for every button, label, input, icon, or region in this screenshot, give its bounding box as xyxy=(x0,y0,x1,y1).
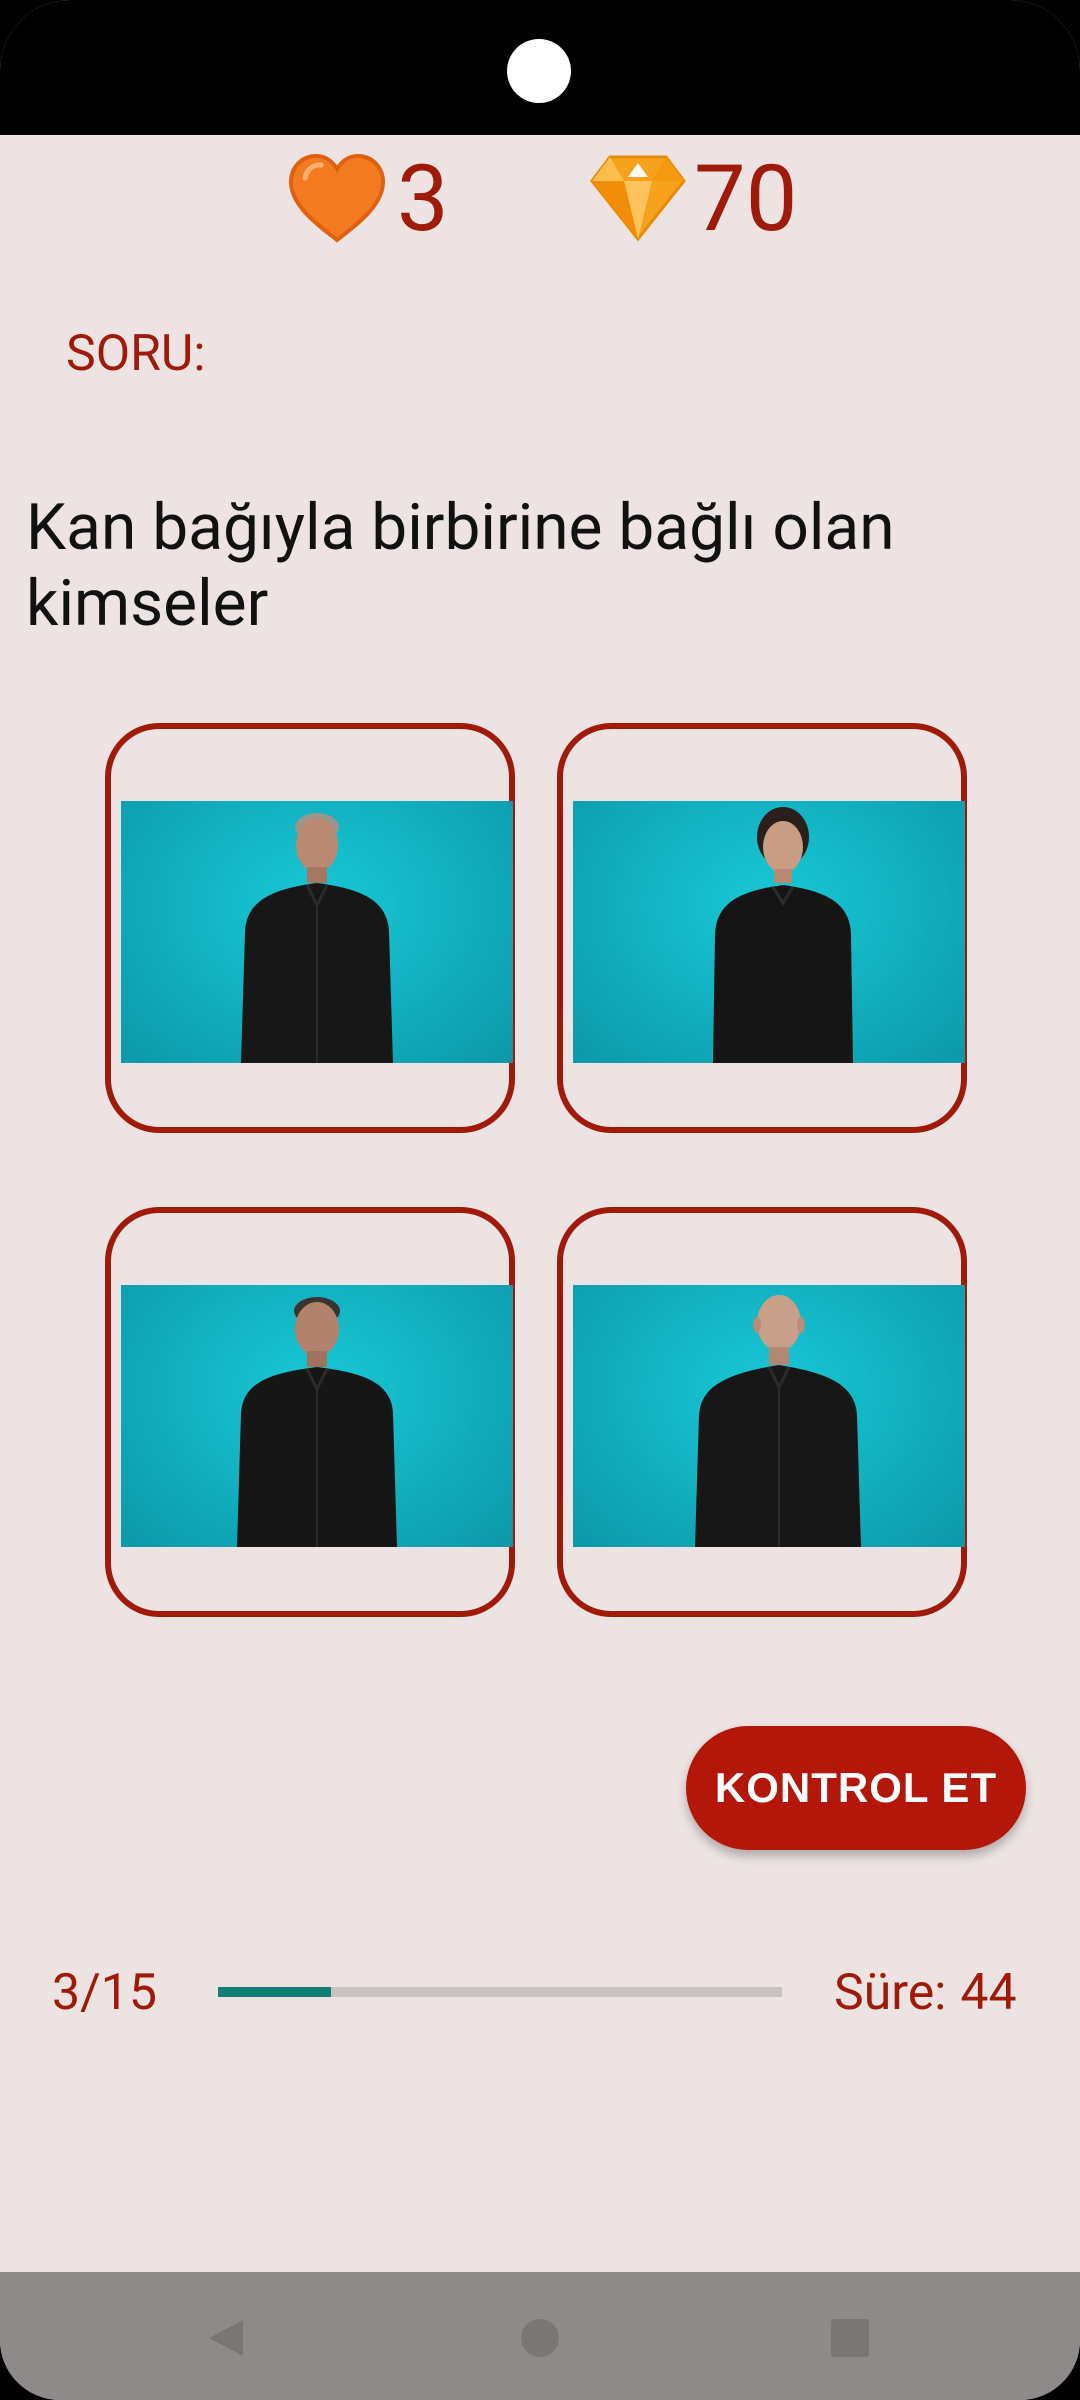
question-label: SORU: xyxy=(66,325,206,383)
sign-video-thumbnail xyxy=(121,801,513,1063)
status-bar xyxy=(0,0,1080,135)
diamond-icon xyxy=(590,153,686,247)
gems-count: 70 xyxy=(694,146,798,253)
timer-label: Süre: xyxy=(834,1964,947,2022)
answer-option-1[interactable] xyxy=(105,723,515,1133)
heart-icon xyxy=(285,152,389,248)
progress-bar xyxy=(218,1987,782,1997)
hearts-count: 3 xyxy=(397,146,449,253)
back-triangle-icon[interactable] xyxy=(197,2310,253,2366)
answer-option-4[interactable] xyxy=(557,1207,967,1617)
home-circle-icon[interactable] xyxy=(512,2310,568,2366)
answer-option-3[interactable] xyxy=(105,1207,515,1617)
gems-stat: 70 xyxy=(590,145,797,255)
screen: 3 70 SORU: Kan bağıyla birbirine bağlı o… xyxy=(0,0,1080,2400)
sign-video-thumbnail xyxy=(573,1285,965,1547)
question-text: Kan bağıyla birbirine bağlı olan kimsele… xyxy=(26,490,895,641)
progress-bar-fill xyxy=(218,1987,331,1997)
answer-option-2[interactable] xyxy=(557,723,967,1133)
timer: Süre: 44 xyxy=(834,1964,1017,2022)
timer-value: 44 xyxy=(960,1964,1017,2022)
recent-square-icon[interactable] xyxy=(822,2310,878,2366)
check-answer-button[interactable]: KONTROL ET xyxy=(686,1726,1026,1850)
hearts-stat: 3 xyxy=(285,145,449,255)
camera-cutout xyxy=(507,39,571,103)
sign-video-thumbnail xyxy=(573,801,965,1063)
sign-video-thumbnail xyxy=(121,1285,513,1547)
progress-counter: 3/15 xyxy=(52,1964,157,2022)
